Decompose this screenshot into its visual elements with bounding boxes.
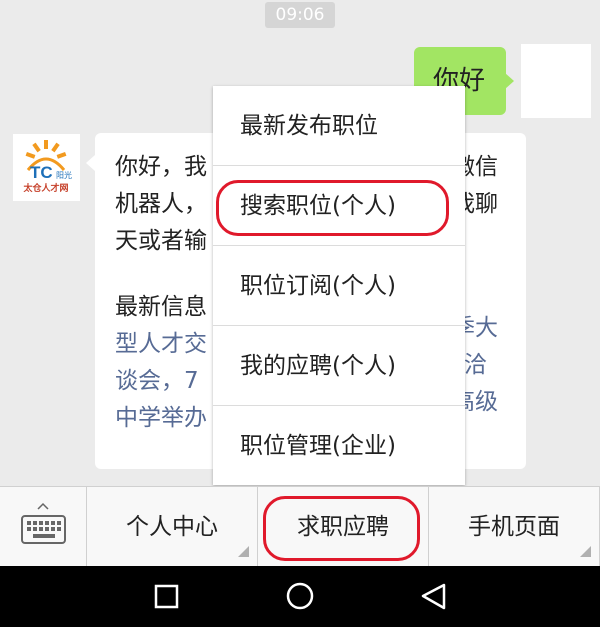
menu-mobile-page[interactable]: 手机页面 — [429, 487, 600, 567]
my-avatar[interactable] — [521, 44, 591, 118]
highlight-job-application — [263, 496, 420, 561]
keyboard-toggle-button[interactable] — [0, 487, 87, 567]
logo-brand: TC — [30, 163, 53, 182]
recent-apps-icon[interactable] — [137, 566, 197, 627]
submenu-indicator-icon — [580, 546, 591, 557]
sun-logo-icon: TC 阳光 太仓人才网 — [22, 140, 72, 194]
bot-avatar[interactable]: TC 阳光 太仓人才网 — [13, 134, 80, 201]
submenu-popup: 最新发布职位 搜索职位(个人) 职位订阅(个人) 我的应聘(个人) 职位管理(企… — [213, 86, 465, 485]
submenu-item-job-management[interactable]: 职位管理(企业) — [213, 406, 465, 486]
logo-tag: 阳光 — [56, 170, 72, 180]
timestamp: 09:06 — [265, 2, 335, 28]
menu-label: 手机页面 — [468, 514, 560, 540]
home-icon[interactable] — [270, 566, 330, 627]
submenu-item-label: 职位订阅(个人) — [240, 273, 396, 299]
submenu-item-my-applications[interactable]: 我的应聘(个人) — [213, 326, 465, 406]
submenu-item-job-subscription[interactable]: 职位订阅(个人) — [213, 246, 465, 326]
highlight-search-jobs — [216, 180, 449, 236]
menu-label: 个人中心 — [126, 514, 218, 540]
submenu-item-label: 职位管理(企业) — [240, 433, 396, 459]
submenu-item-label: 我的应聘(个人) — [240, 353, 396, 379]
keyboard-icon — [21, 502, 66, 544]
logo-name: 太仓人才网 — [22, 182, 68, 194]
submenu-item-latest-jobs[interactable]: 最新发布职位 — [213, 86, 465, 166]
submenu-indicator-icon — [238, 546, 249, 557]
bottom-menu-bar: 个人中心 求职应聘 手机页面 — [0, 486, 600, 567]
submenu-item-label: 最新发布职位 — [240, 113, 378, 139]
back-icon[interactable] — [403, 566, 463, 627]
chat-area: 09:06 你好 TC 阳光 太仓人才网 你好，我 机器人， 天或者输 最新信息… — [0, 0, 600, 486]
menu-personal-center[interactable]: 个人中心 — [87, 487, 258, 567]
android-nav-bar — [0, 566, 600, 627]
